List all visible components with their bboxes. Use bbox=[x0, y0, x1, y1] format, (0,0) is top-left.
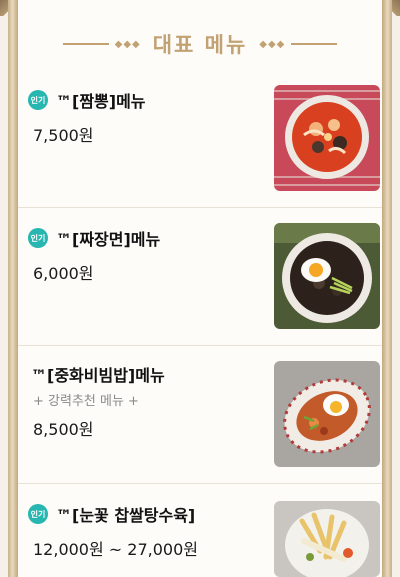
popular-badge: 인기 bbox=[28, 228, 48, 248]
popular-badge: 인기 bbox=[28, 90, 48, 110]
menu-item-name: ™[눈꽃 찹쌀탕수육] bbox=[56, 506, 196, 525]
tangsuyuk-photo-icon bbox=[274, 501, 380, 577]
section-header: ◆◆◆ 대표 메뉴 ◆◆◆ bbox=[18, 26, 382, 62]
popular-badge: 인기 bbox=[28, 504, 48, 524]
jjamppong-photo-icon bbox=[274, 85, 380, 191]
menu-item-name-row: ™[중화비빔밥]메뉴 bbox=[28, 362, 165, 386]
menu-item-name: ™[짜장면]메뉴 bbox=[56, 230, 161, 249]
menu-item-name-row: 인기 ™[짬뽕]메뉴 bbox=[28, 88, 146, 112]
menu-item-jjamppong[interactable]: 인기 ™[짬뽕]메뉴 7,500원 bbox=[18, 70, 382, 208]
menu-item-name: ™[짬뽕]메뉴 bbox=[56, 92, 146, 111]
jjajangmyeon-photo-icon bbox=[274, 223, 380, 329]
diamond-ornament-icon: ◆◆◆ bbox=[114, 38, 141, 50]
section-title: 대표 메뉴 bbox=[152, 33, 248, 57]
bibimbap-photo-icon bbox=[274, 361, 380, 467]
menu-item-price: 8,500원 bbox=[33, 420, 94, 439]
menu-item-name-row: 인기 ™[눈꽃 찹쌀탕수육] bbox=[28, 502, 195, 526]
menu-item-subtitle: + 강력추천 메뉴 + bbox=[33, 394, 139, 409]
menu-item-name-row: 인기 ™[짜장면]메뉴 bbox=[28, 226, 160, 250]
menu-item-price: 6,000원 bbox=[33, 264, 94, 283]
header-line-left bbox=[62, 43, 109, 45]
header-line-right bbox=[291, 43, 338, 45]
menu-item-price: 12,000원 ~ 27,000원 bbox=[33, 540, 198, 559]
menu-item-bibimbap[interactable]: ™[중화비빔밥]메뉴 + 강력추천 메뉴 + 8,500원 bbox=[18, 346, 382, 484]
menu-item-name: ™[중화비빔밥]메뉴 bbox=[31, 366, 165, 385]
menu-item-tangsuyuk[interactable]: 인기 ™[눈꽃 찹쌀탕수육] 12,000원 ~ 27,000원 bbox=[18, 484, 382, 577]
menu-panel: ◆◆◆ 대표 메뉴 ◆◆◆ 인기 ™[짬뽕]메뉴 7,500원 인기 ™[짜장면… bbox=[18, 0, 382, 577]
screen-frame: ◆◆◆ 대표 메뉴 ◆◆◆ 인기 ™[짬뽕]메뉴 7,500원 인기 ™[짜장면… bbox=[0, 0, 400, 577]
diamond-ornament-icon: ◆◆◆ bbox=[259, 38, 286, 50]
menu-item-jjajangmyeon[interactable]: 인기 ™[짜장면]메뉴 6,000원 bbox=[18, 208, 382, 346]
decorative-rail-right bbox=[382, 0, 392, 577]
menu-item-price: 7,500원 bbox=[33, 126, 94, 145]
decorative-rail-left bbox=[8, 0, 18, 577]
